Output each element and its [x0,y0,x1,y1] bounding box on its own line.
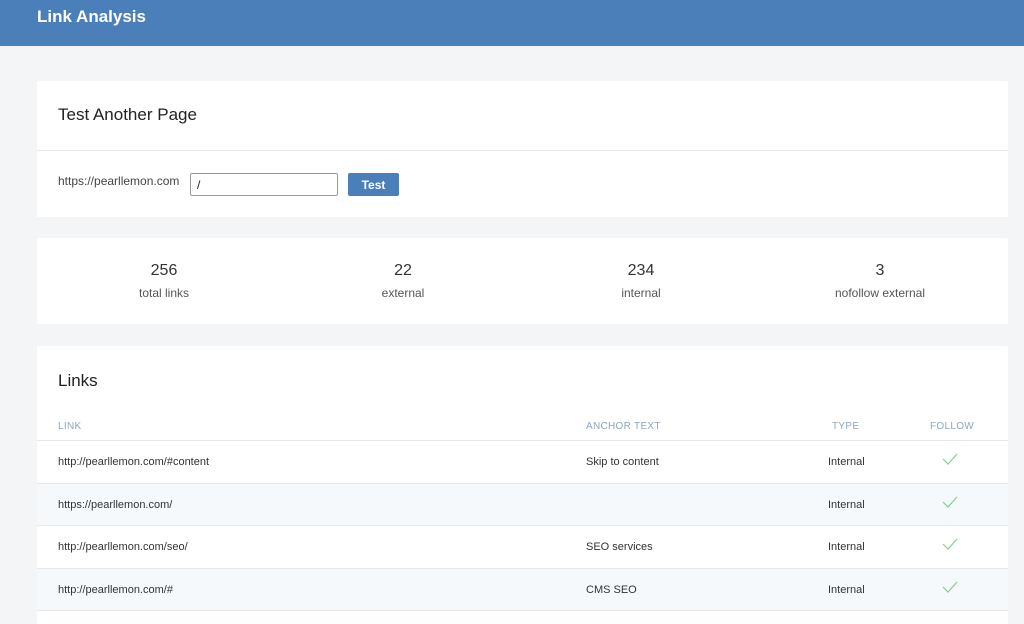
table-row: http://pearllemon.com/# CMS SEO Internal [37,568,1008,611]
stat-value: 22 [394,262,412,279]
link-type: Internal [828,498,865,511]
anchor-text: Skip to content [586,456,659,468]
stat-label: total links [138,286,190,300]
stat-label: external [381,286,425,300]
stats-card: 256 total links 22 external 234 internal… [37,238,1008,324]
links-table-body: http://pearllemon.com/#content Skip to c… [37,441,1008,611]
stat-label: internal [621,286,661,300]
check-icon [942,453,962,469]
domain-prefix: https://pearllemon.com [58,174,180,188]
stat-label: nofollow external [834,286,926,300]
check-icon [942,581,962,597]
link-type: Internal [828,456,865,468]
stat-external: 22 external [283,262,523,300]
stat-value: 234 [627,262,655,279]
stat-value: 3 [875,262,885,279]
link-url[interactable]: http://pearllemon.com/# [58,584,173,596]
test-card-title: Test Another Page [58,105,197,124]
links-card: Links LINK ANCHOR TEXT TYPE FOLLOW http:… [37,346,1008,624]
path-input[interactable] [190,173,338,196]
column-header-link[interactable]: LINK [58,421,81,432]
column-header-anchor-text[interactable]: ANCHOR TEXT [586,421,661,432]
column-header-follow[interactable]: FOLLOW [930,421,974,432]
check-icon [942,538,962,554]
table-row: https://pearllemon.com/ Internal [37,483,1008,526]
link-url[interactable]: https://pearllemon.com/ [58,499,172,511]
link-type: Internal [828,541,865,553]
links-title: Links [58,371,98,390]
app-header: Link Analysis [0,0,1024,46]
stat-internal: 234 internal [521,262,761,300]
table-row: http://pearllemon.com/seo/ SEO services … [37,526,1008,569]
stat-nofollow-external: 3 nofollow external [760,262,1000,300]
stat-value: 256 [150,262,178,279]
anchor-text: SEO services [586,541,653,553]
check-icon [942,496,962,512]
link-url[interactable]: http://pearllemon.com/seo/ [58,541,188,553]
test-page-card: Test Another Page https://pearllemon.com… [37,81,1008,217]
column-header-type[interactable]: TYPE [832,421,859,432]
table-row: http://pearllemon.com/#content Skip to c… [37,441,1008,484]
anchor-text: CMS SEO [586,583,637,596]
stat-total-links: 256 total links [44,262,284,300]
card-divider [37,150,1008,151]
app-title: Link Analysis [37,7,146,26]
test-button[interactable]: Test [348,173,399,196]
link-type: Internal [828,583,865,596]
link-url[interactable]: http://pearllemon.com/#content [58,456,209,468]
